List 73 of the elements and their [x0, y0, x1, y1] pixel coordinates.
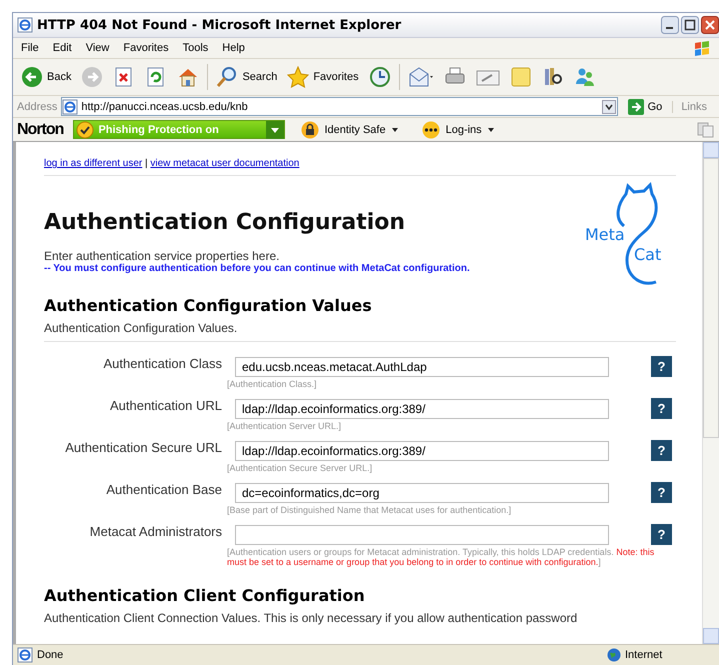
globe-icon: [607, 648, 621, 662]
menu-item[interactable]: Help: [222, 42, 245, 54]
minimize-icon[interactable]: [661, 16, 679, 34]
go-button[interactable]: Go: [622, 98, 668, 114]
sticky-note-icon: [510, 66, 532, 88]
field-hint: [Base part of Distinguished Name that Metacat uses for authentication.]: [227, 505, 512, 515]
house-icon: [177, 66, 200, 88]
search-button[interactable]: Search: [214, 64, 280, 90]
log-ins-button[interactable]: Log-ins: [414, 120, 501, 138]
dropdown-icon: [266, 120, 284, 138]
security-zone: Internet: [625, 649, 664, 661]
vertical-scrollbar[interactable]: [702, 142, 719, 644]
section-description: Authentication Client Connection Values. This is only necessary if you allow authentication password: [44, 611, 578, 625]
text-field[interactable]: ldap://ldap.ecoinformatics.org:389/: [235, 440, 609, 460]
menu-item[interactable]: File: [21, 42, 39, 54]
section-description: Authentication Configuration Values.: [44, 321, 238, 335]
help-button[interactable]: ?: [651, 482, 672, 503]
field-hint: [Authentication Secure Server URL.]: [227, 463, 374, 473]
star-button[interactable]: Favorites: [285, 64, 361, 90]
envelope-icon: [408, 66, 434, 88]
help-button[interactable]: ?: [651, 440, 672, 461]
text-field[interactable]: dc=ecoinformatics,dc=org: [235, 482, 609, 502]
field-hint: [Authentication Class.]: [227, 379, 318, 389]
menu-item[interactable]: View: [86, 42, 110, 54]
link-separator: |: [144, 158, 149, 169]
help-button[interactable]: ?: [651, 398, 672, 419]
checkmark-icon: [76, 120, 94, 138]
people-icon: [574, 66, 596, 88]
page-link[interactable]: view metacat user documentation: [150, 158, 300, 169]
dropdown-icon[interactable]: [602, 100, 616, 114]
history-icon: [368, 66, 391, 88]
status-text: Done: [37, 649, 64, 661]
close-icon[interactable]: [701, 16, 719, 34]
text-field[interactable]: ldap://ldap.ecoinformatics.org:389/: [235, 398, 609, 418]
page-link[interactable]: log in as different user: [44, 158, 142, 169]
star-icon: [287, 66, 310, 88]
dots-icon: [420, 120, 441, 138]
window-title: HTTP 404 Not Found - Microsoft Internet Explorer: [37, 18, 402, 32]
section-heading: Authentication Client Configuration: [44, 586, 366, 605]
page-title: Authentication Configuration: [44, 210, 406, 235]
browser-icon: [17, 17, 33, 33]
caret-icon: [390, 126, 399, 134]
text-field[interactable]: edu.ucsb.nceas.metacat.AuthLdap: [235, 356, 609, 376]
maximize-icon[interactable]: [681, 16, 699, 34]
search-icon: [216, 66, 238, 88]
address-field[interactable]: http://panucci.nceas.ucsb.edu/knb: [61, 97, 618, 116]
identity-safe-button[interactable]: Identity Safe: [295, 120, 405, 138]
lock-icon: [301, 120, 320, 138]
page-icon: [62, 98, 78, 114]
page-icon: [17, 647, 33, 663]
text-field[interactable]: [235, 524, 609, 544]
field-label: Metacat Administrators: [88, 524, 222, 539]
menu-item[interactable]: Edit: [52, 42, 72, 54]
norton-brand: Norton: [17, 120, 64, 138]
field-hint: [Authentication users or groups for Metacat administration. Typically, this holds LDAP credentials. Note: this must be set to a username or group that you belong to in order to continue with configuration.]: [227, 547, 656, 567]
help-button[interactable]: ?: [651, 356, 672, 377]
field-label: Authentication Class: [102, 356, 222, 371]
intro-text: Enter authentication service properties here.: [44, 249, 280, 263]
windows-flag-icon: [693, 40, 711, 56]
section-heading: Authentication Configuration Values: [44, 296, 373, 315]
back-arrow-button[interactable]: Back: [19, 64, 74, 90]
caret-icon: [486, 126, 495, 134]
menu-item[interactable]: Favorites: [123, 42, 169, 54]
field-label: Authentication Base: [105, 482, 222, 497]
field-label: Authentication URL: [108, 398, 222, 413]
warning-text: -- You must configure authentication before you can continue with MetaCat configuration.: [44, 263, 471, 274]
metacat-logo: Meta Cat: [584, 182, 668, 286]
help-button[interactable]: ?: [651, 524, 672, 545]
menu-item[interactable]: Tools: [182, 42, 208, 54]
address-label: Address: [17, 100, 58, 112]
field-hint: [Authentication Server URL.]: [227, 421, 342, 431]
field-label: Authentication Secure URL: [64, 440, 222, 455]
go-arrow-icon: [628, 98, 644, 114]
